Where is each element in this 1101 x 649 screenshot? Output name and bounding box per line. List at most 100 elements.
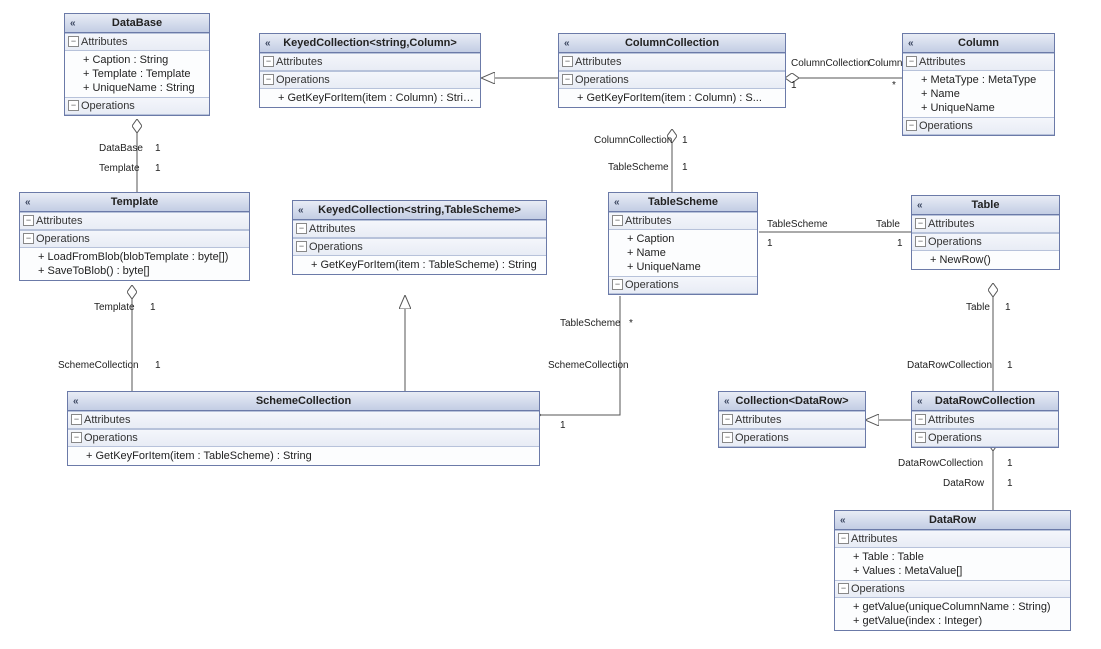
chevron-icon[interactable]: « — [908, 38, 914, 49]
attributes-header[interactable]: −Attributes — [65, 33, 209, 51]
chevron-icon[interactable]: « — [73, 396, 79, 407]
minus-icon[interactable]: − — [906, 56, 917, 67]
class-template[interactable]: «Template −Attributes −Operations + Load… — [19, 192, 250, 281]
operations-header[interactable]: −Operations — [65, 97, 209, 115]
minus-icon[interactable]: − — [263, 56, 274, 67]
operation: + GetKeyForItem(item : Column) : String — [278, 91, 475, 105]
minus-icon[interactable]: − — [23, 215, 34, 226]
attributes-header[interactable]: −Attributes — [912, 215, 1059, 233]
attributes-header[interactable]: −Attributes — [559, 53, 785, 71]
operation: + NewRow() — [930, 253, 1054, 267]
chevron-icon[interactable]: « — [917, 200, 923, 211]
minus-icon[interactable]: − — [71, 432, 82, 443]
attribute: + Table : Table — [853, 550, 1065, 564]
label-database: DataBase — [99, 143, 143, 154]
class-datarow[interactable]: «DataRow −Attributes + Table : Table + V… — [834, 510, 1071, 631]
operations-header[interactable]: −Operations — [719, 429, 865, 447]
attributes-header[interactable]: −Attributes — [835, 530, 1070, 548]
operations-header[interactable]: −Operations — [912, 233, 1059, 251]
attributes-header[interactable]: −Attributes — [293, 220, 546, 238]
operations-header[interactable]: −Operations — [609, 276, 757, 294]
class-schemecollection[interactable]: «SchemeCollection −Attributes −Operation… — [67, 391, 540, 466]
chevron-icon[interactable]: « — [840, 515, 846, 526]
class-column[interactable]: «Column −Attributes + MetaType : MetaTyp… — [902, 33, 1055, 136]
operations-body: + getValue(uniqueColumnName : String) + … — [835, 598, 1070, 630]
minus-icon[interactable]: − — [263, 74, 274, 85]
attributes-header[interactable]: −Attributes — [68, 411, 539, 429]
minus-icon[interactable]: − — [562, 74, 573, 85]
minus-icon[interactable]: − — [562, 56, 573, 67]
operations-header[interactable]: −Operations — [20, 230, 249, 248]
label-one-7: 1 — [897, 238, 903, 249]
chevron-icon[interactable]: « — [564, 38, 570, 49]
minus-icon[interactable]: − — [23, 233, 34, 244]
chevron-icon[interactable]: « — [70, 18, 76, 29]
chevron-icon[interactable]: « — [298, 205, 304, 216]
attributes-header[interactable]: −Attributes — [260, 53, 480, 71]
label-one-11: 1 — [1005, 302, 1011, 313]
attributes-body: + Caption + Name + UniqueName — [609, 230, 757, 276]
chevron-icon[interactable]: « — [25, 197, 31, 208]
class-collection-datarow[interactable]: «Collection<DataRow> −Attributes −Operat… — [718, 391, 866, 448]
class-title: TableScheme — [648, 196, 718, 208]
attributes-header[interactable]: −Attributes — [903, 53, 1054, 71]
class-keyedcollection-column[interactable]: « KeyedCollection<string,Column> −Attribu… — [259, 33, 481, 108]
operation: + GetKeyForItem(item : TableScheme) : St… — [86, 449, 534, 463]
class-title: KeyedCollection<string,TableScheme> — [318, 204, 521, 216]
chevron-icon[interactable]: « — [614, 197, 620, 208]
label-table-1: Table — [876, 219, 900, 230]
label-star-1: * — [892, 80, 896, 91]
label-column: Column — [868, 58, 902, 69]
minus-icon[interactable]: − — [296, 241, 307, 252]
class-table[interactable]: « Table −Attributes −Operations + NewRow(… — [911, 195, 1060, 270]
class-datarowcollection[interactable]: «DataRowCollection −Attributes −Operatio… — [911, 391, 1059, 448]
operations-header[interactable]: −Operations — [903, 117, 1054, 135]
attributes-header[interactable]: −Attributes — [719, 411, 865, 429]
class-title: Table — [972, 199, 1000, 211]
operation: + LoadFromBlob(blobTemplate : byte[]) — [38, 250, 244, 264]
minus-icon[interactable]: − — [838, 533, 849, 544]
operations-header[interactable]: −Operations — [260, 71, 480, 89]
operations-header[interactable]: −Operations — [559, 71, 785, 89]
minus-icon[interactable]: − — [68, 36, 79, 47]
minus-icon[interactable]: − — [915, 218, 926, 229]
minus-icon[interactable]: − — [68, 100, 79, 111]
operations-header[interactable]: −Operations — [835, 580, 1070, 598]
operations-body: + GetKeyForItem(item : TableScheme) : St… — [293, 256, 546, 274]
operation: + getValue(uniqueColumnName : String) — [853, 600, 1065, 614]
class-title: KeyedCollection<string,Column> — [283, 37, 457, 49]
label-tablescheme-2: TableScheme — [767, 219, 828, 230]
label-tablescheme-3: TableScheme — [560, 318, 621, 329]
operations-header[interactable]: −Operations — [68, 429, 539, 447]
chevron-icon[interactable]: « — [724, 396, 730, 407]
attributes-header[interactable]: −Attributes — [609, 212, 757, 230]
operation: + GetKeyForItem(item : TableScheme) : St… — [311, 258, 541, 272]
chevron-icon[interactable]: « — [265, 38, 271, 49]
chevron-icon[interactable]: « — [917, 396, 923, 407]
minus-icon[interactable]: − — [915, 414, 926, 425]
label-datarow: DataRow — [943, 478, 984, 489]
minus-icon[interactable]: − — [838, 583, 849, 594]
minus-icon[interactable]: − — [722, 432, 733, 443]
minus-icon[interactable]: − — [612, 215, 623, 226]
label-template-2: Template — [94, 302, 135, 313]
operations-header[interactable]: −Operations — [912, 429, 1058, 447]
minus-icon[interactable]: − — [915, 236, 926, 247]
minus-icon[interactable]: − — [296, 223, 307, 234]
minus-icon[interactable]: − — [906, 120, 917, 131]
attributes-header[interactable]: −Attributes — [912, 411, 1058, 429]
minus-icon[interactable]: − — [915, 432, 926, 443]
operations-header[interactable]: −Operations — [293, 238, 546, 256]
minus-icon[interactable]: − — [722, 414, 733, 425]
attributes-header[interactable]: −Attributes — [20, 212, 249, 230]
minus-icon[interactable]: − — [71, 414, 82, 425]
class-columncollection[interactable]: «ColumnCollection −Attributes −Operation… — [558, 33, 786, 108]
attribute: + Caption — [627, 232, 752, 246]
class-title: DataBase — [112, 17, 162, 29]
attribute: + UniqueName — [921, 101, 1049, 115]
class-database[interactable]: «DataBase −Attributes + Caption : String… — [64, 13, 210, 116]
class-keyedcollection-tablescheme[interactable]: « KeyedCollection<string,TableScheme> −At… — [292, 200, 547, 275]
operations-body: + GetKeyForItem(item : TableScheme) : St… — [68, 447, 539, 465]
class-tablescheme[interactable]: « TableScheme −Attributes + Caption + Nam… — [608, 192, 758, 295]
minus-icon[interactable]: − — [612, 279, 623, 290]
